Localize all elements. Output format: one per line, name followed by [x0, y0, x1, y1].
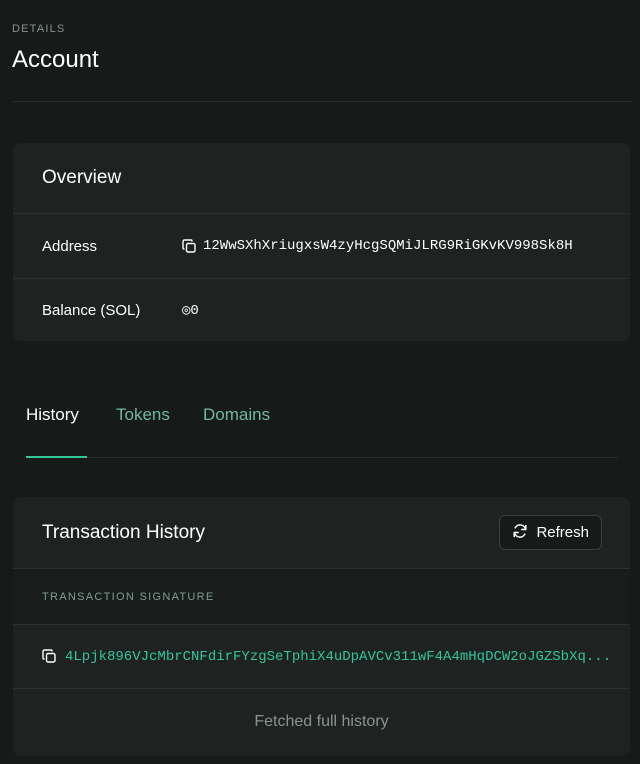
address-value-group: 12WwSXhXriugxsW4zyHcgSQMiJLRG9RiGKvKV998… — [182, 238, 573, 254]
active-tab-indicator — [26, 456, 87, 458]
balance-row: Balance (SOL) ◎0 — [13, 278, 630, 341]
history-status: Fetched full history — [254, 713, 389, 730]
transaction-history-card: Transaction History Refresh TRANSACTION … — [13, 497, 630, 756]
history-title: Transaction History — [42, 521, 205, 543]
overview-card: Overview Address 12WwSXhXriugxsW4zyHcgSQ… — [13, 143, 630, 341]
copy-icon[interactable] — [182, 238, 197, 254]
balance-value: ◎0 — [182, 303, 199, 319]
overview-title: Overview — [13, 143, 630, 214]
tab-tokens[interactable]: Tokens — [116, 405, 170, 425]
address-value: 12WwSXhXriugxsW4zyHcgSQMiJLRG9RiGKvKV998… — [203, 238, 573, 254]
signature-column-header: TRANSACTION SIGNATURE — [13, 568, 630, 625]
history-header: Transaction History Refresh — [13, 497, 630, 568]
tab-domains[interactable]: Domains — [203, 405, 270, 425]
account-tabs: History Tokens Domains — [26, 393, 618, 458]
page-eyebrow: DETAILS — [12, 23, 66, 35]
page-header: DETAILS Account — [12, 0, 632, 102]
refresh-label: Refresh — [536, 524, 589, 541]
tab-history[interactable]: History — [26, 405, 79, 425]
transaction-signature-link[interactable]: 4Lpjk896VJcMbrCNFdirFYzgSeTphiX4uDpAVCv3… — [65, 649, 630, 665]
balance-label: Balance (SOL) — [42, 302, 141, 319]
address-row: Address 12WwSXhXriugxsW4zyHcgSQMiJLRG9Ri… — [13, 214, 630, 278]
refresh-icon — [512, 523, 528, 543]
refresh-button[interactable]: Refresh — [499, 515, 602, 550]
address-label: Address — [42, 237, 98, 255]
page-title: Account — [12, 46, 99, 73]
table-row: 4Lpjk896VJcMbrCNFdirFYzgSeTphiX4uDpAVCv3… — [13, 625, 630, 689]
copy-icon[interactable] — [42, 649, 57, 664]
